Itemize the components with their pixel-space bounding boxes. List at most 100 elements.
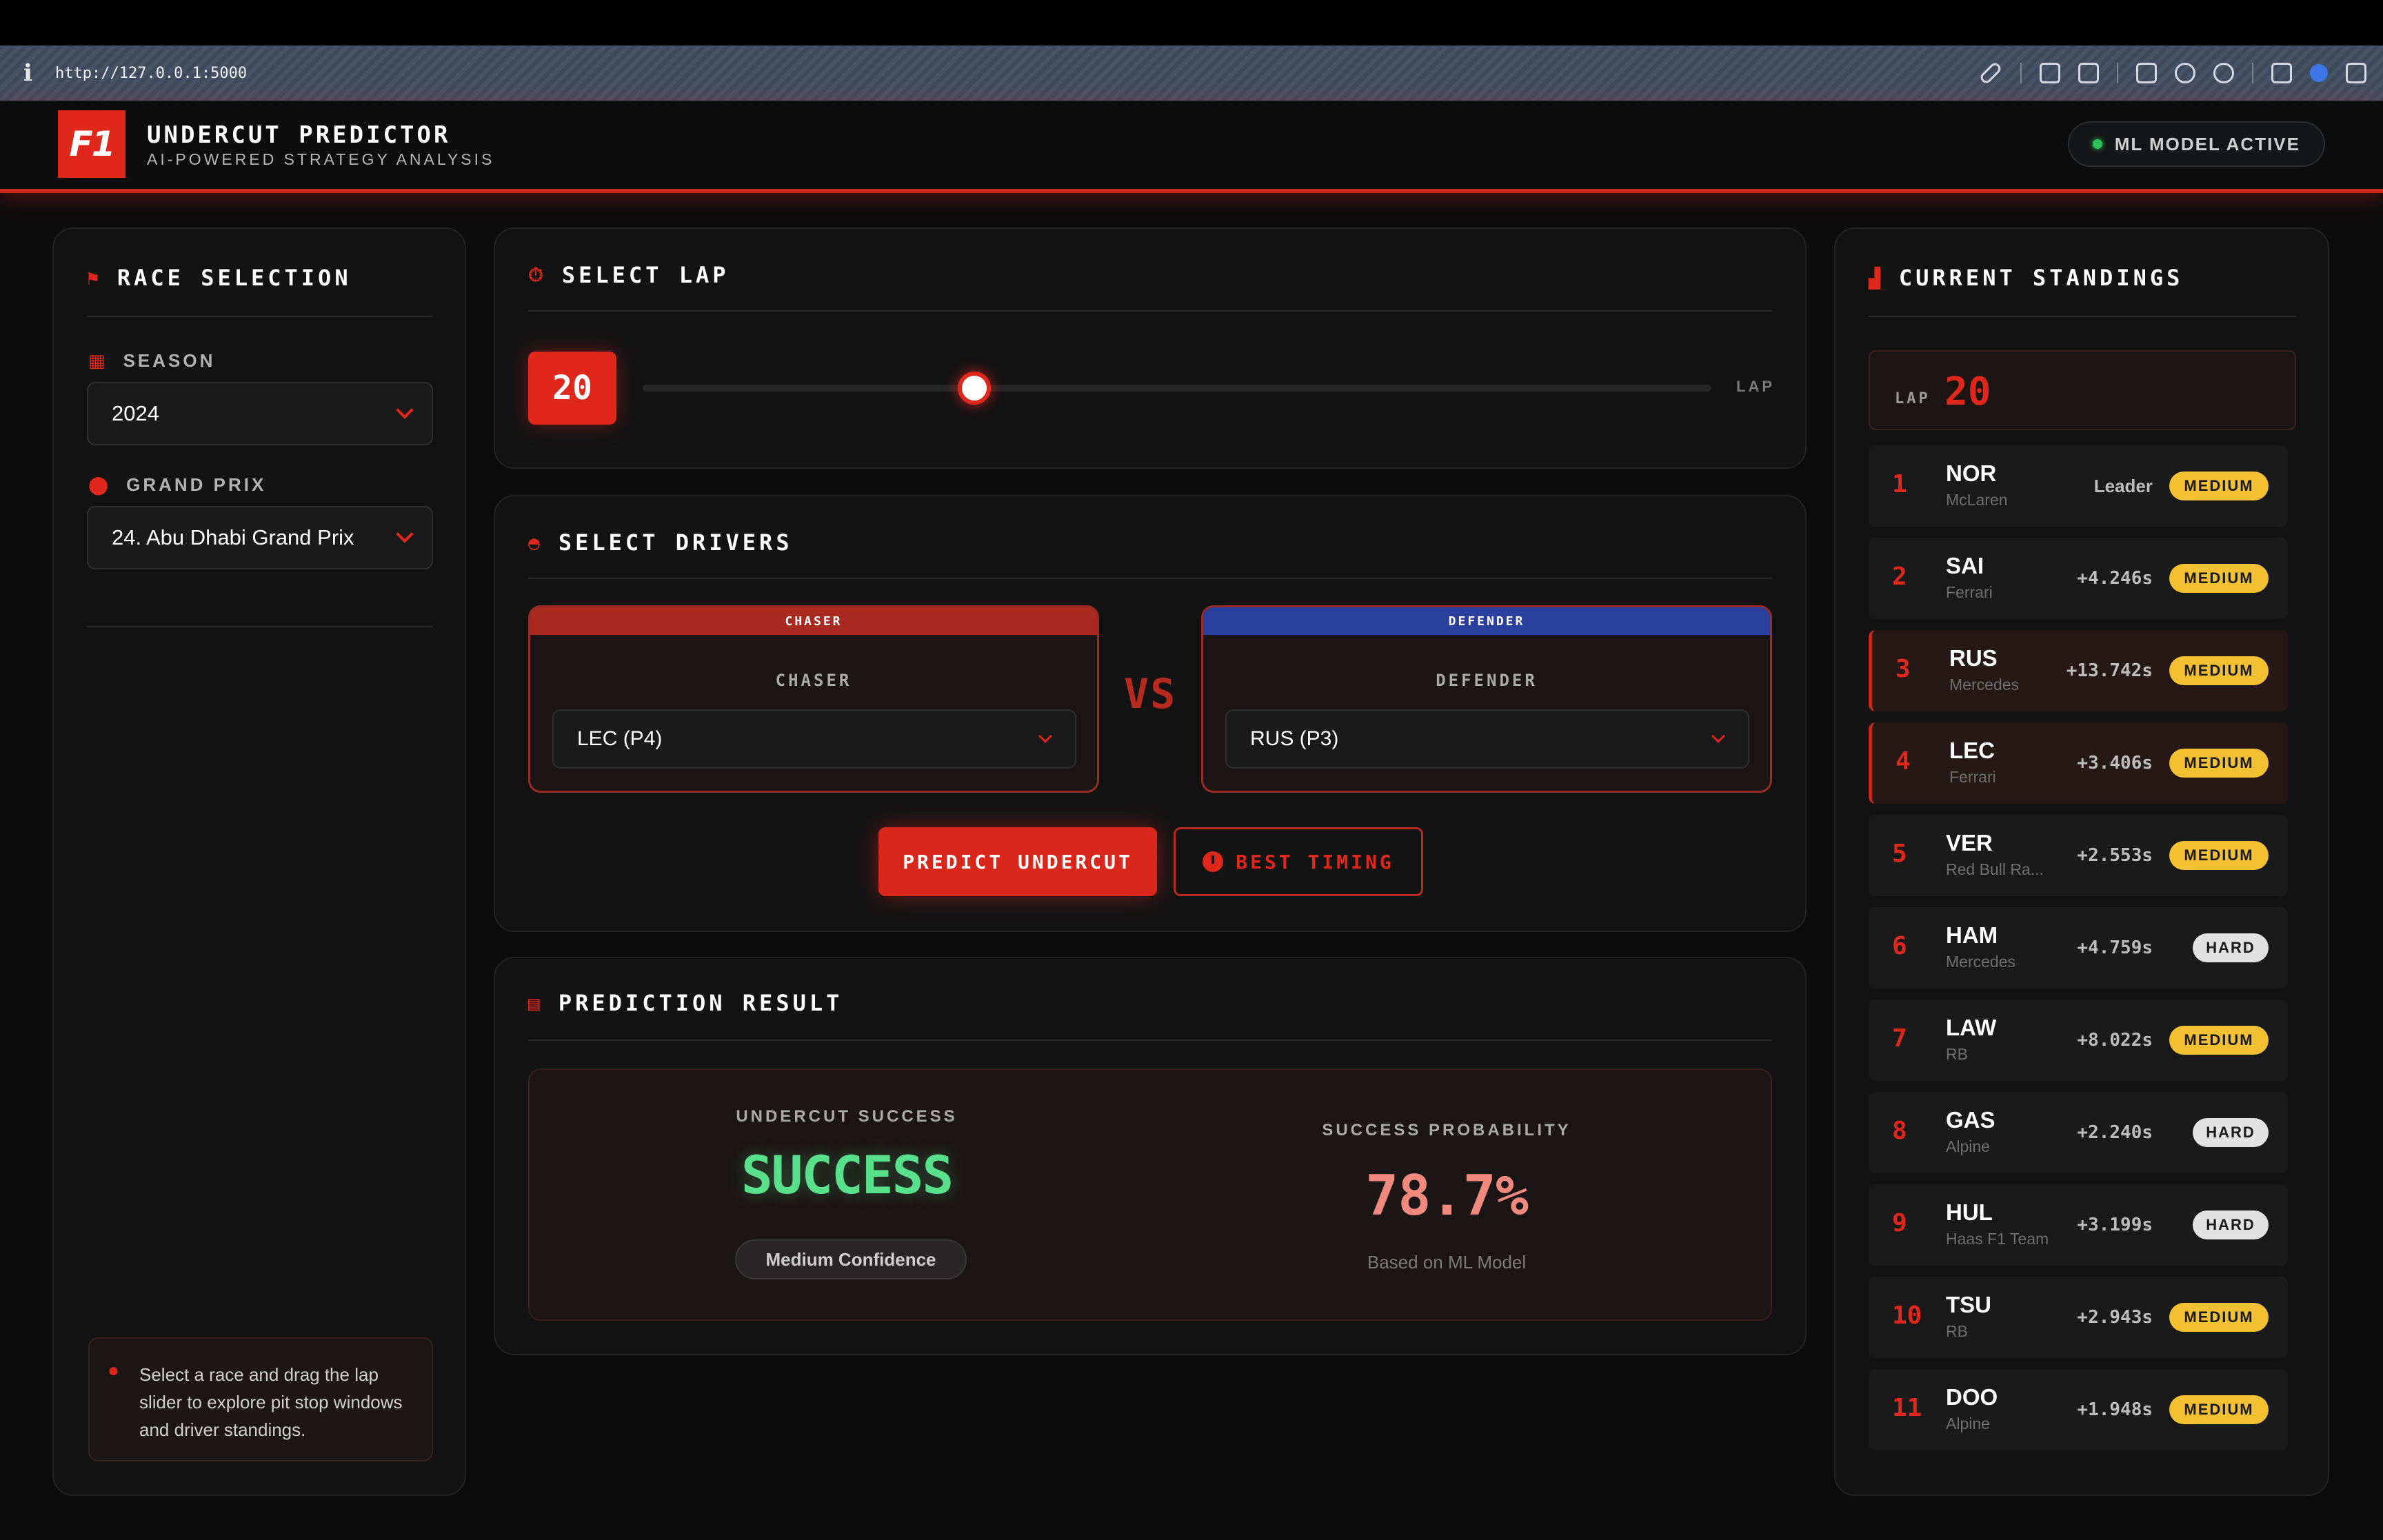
standings-row[interactable]: 2 SAI Ferrari +4.246s MEDIUM <box>1869 538 2288 619</box>
chevron-down-icon <box>396 525 414 543</box>
standings-row[interactable]: 5 VER Red Bull Ra... +2.553s MEDIUM <box>1869 815 2288 896</box>
undercut-success-label: UNDERCUT SUCCESS <box>736 1107 958 1126</box>
predict-undercut-button[interactable]: PREDICT UNDERCUT <box>878 827 1157 896</box>
prediction-result-title-text: PREDICTION RESULT <box>558 990 843 1016</box>
podium-icon: ▟ <box>1869 266 1884 290</box>
chaser-select-value: LEC (P4) <box>577 727 663 750</box>
driver-code: HAM <box>1946 922 1998 948</box>
lap-slider-track[interactable] <box>643 372 1711 405</box>
standings-row[interactable]: 6 HAM Mercedes +4.759s HARD <box>1869 907 2288 989</box>
app-header: F1 UNDERCUT PREDICTOR AI-POWERED STRATEG… <box>0 101 2383 193</box>
standings-row[interactable]: 7 LAW RB +8.022s MEDIUM <box>1869 1000 2288 1081</box>
chaser-band: CHASER <box>530 607 1097 635</box>
defender-select-value: RUS (P3) <box>1250 727 1339 750</box>
f1-logo: F1 <box>58 110 125 178</box>
extensions-icon[interactable] <box>2271 63 2292 83</box>
tyre-compound-badge: MEDIUM <box>2169 656 2269 685</box>
globe-icon[interactable] <box>2175 63 2195 83</box>
toolbar-divider <box>2252 63 2253 83</box>
standings-row[interactable]: 8 GAS Alpine +2.240s HARD <box>1869 1092 2288 1173</box>
standings-row[interactable]: 9 HUL Haas F1 Team +3.199s HARD <box>1869 1184 2288 1266</box>
success-probability-value: 78.7% <box>1365 1164 1529 1228</box>
tyre-compound-badge: HARD <box>2193 1210 2269 1239</box>
status-dot-icon <box>2092 139 2102 149</box>
best-timing-button[interactable]: BEST TIMING <box>1174 827 1423 896</box>
gap-to-ahead: +2.240s <box>2077 1122 2153 1143</box>
tyre-compound-badge: MEDIUM <box>2169 564 2269 593</box>
chaser-select[interactable]: LEC (P4) <box>552 709 1076 769</box>
team-name: Alpine <box>1946 1415 1990 1432</box>
location-pin-icon: ⬤ <box>88 474 112 495</box>
clock-icon <box>1203 851 1224 872</box>
driver-code: LEC <box>1949 738 1995 763</box>
standings-row[interactable]: 3 RUS Mercedes +13.742s MEDIUM <box>1869 630 2288 711</box>
tyre-compound-badge: MEDIUM <box>2169 472 2269 500</box>
link-icon[interactable] <box>1978 61 2003 85</box>
team-name: RB <box>1946 1322 1968 1340</box>
team-name: McLaren <box>1946 491 2008 509</box>
race-selection-title-text: RACE SELECTION <box>117 265 352 291</box>
driver-code: TSU <box>1946 1292 1991 1317</box>
gap-to-ahead: Leader <box>2093 476 2153 496</box>
gap-to-ahead: +4.246s <box>2077 568 2153 589</box>
chevron-down-icon <box>1038 729 1052 743</box>
chevron-down-icon <box>1711 729 1725 743</box>
defender-label: DEFENDER <box>1436 671 1538 690</box>
best-timing-label: BEST TIMING <box>1236 850 1394 873</box>
toolbar-divider <box>2020 63 2022 83</box>
panel-divider <box>1869 316 2296 317</box>
season-select-value: 2024 <box>112 401 159 425</box>
driver-code: DOO <box>1946 1384 1998 1410</box>
grand-prix-label: ⬤ GRAND PRIX <box>88 474 266 496</box>
team-name: RB <box>1946 1045 1968 1063</box>
standings-row[interactable]: 4 LEC Ferrari +3.406s MEDIUM <box>1869 722 2288 804</box>
panel-divider <box>87 626 433 627</box>
crosshair-icon[interactable] <box>2213 63 2234 83</box>
calendar-icon: ▦ <box>88 350 108 371</box>
browser-toolbar-icons <box>1978 45 2366 101</box>
standings-row[interactable]: 11 DOO Alpine +1.948s MEDIUM <box>1869 1369 2288 1450</box>
standings-position: 8 <box>1892 1117 1907 1145</box>
standings-row[interactable]: 1 NOR McLaren Leader MEDIUM <box>1869 445 2288 527</box>
bar-chart-icon: ▤ <box>528 991 543 1015</box>
terminal-icon[interactable] <box>2136 63 2157 83</box>
select-lap-panel: ⏱ SELECT LAP 20 LAP <box>494 227 1807 469</box>
driver-code: NOR <box>1946 460 1997 486</box>
grand-prix-label-text: GRAND PRIX <box>126 474 267 495</box>
standings-position: 6 <box>1892 932 1907 960</box>
team-name: Mercedes <box>1949 676 2019 693</box>
panel-divider <box>528 310 1772 312</box>
gap-to-ahead: +13.742s <box>2066 660 2153 681</box>
lap-slider-thumb[interactable] <box>957 372 991 405</box>
standings-position: 3 <box>1896 655 1911 683</box>
url-text[interactable]: http://127.0.0.1:5000 <box>55 65 247 82</box>
gap-to-ahead: +8.022s <box>2077 1030 2153 1051</box>
grand-prix-select[interactable]: 24. Abu Dhabi Grand Prix <box>87 506 433 569</box>
settings-icon[interactable] <box>2310 64 2328 82</box>
gap-to-ahead: +3.199s <box>2077 1215 2153 1235</box>
sidebar-icon[interactable] <box>2346 63 2366 83</box>
driver-code: LAW <box>1946 1015 1997 1040</box>
season-label: ▦ SEASON <box>88 350 215 372</box>
camera-icon[interactable] <box>2078 63 2099 83</box>
select-lap-title: ⏱ SELECT LAP <box>528 262 730 288</box>
defender-select[interactable]: RUS (P3) <box>1225 709 1749 769</box>
race-selection-title: ⚑ RACE SELECTION <box>87 265 352 291</box>
current-standings-title-text: CURRENT STANDINGS <box>1898 265 2184 291</box>
select-drivers-title: ◓ SELECT DRIVERS <box>528 529 793 556</box>
driver-code: SAI <box>1946 553 1984 578</box>
team-name: Haas F1 Team <box>1946 1230 2049 1248</box>
standings-position: 1 <box>1892 470 1907 498</box>
select-drivers-title-text: SELECT DRIVERS <box>558 529 793 556</box>
team-name: Alpine <box>1946 1137 1990 1155</box>
season-select[interactable]: 2024 <box>87 382 433 445</box>
tyre-compound-badge: MEDIUM <box>2169 749 2269 778</box>
standings-lap-label: LAP <box>1895 390 1931 407</box>
info-icon[interactable]: i <box>23 59 37 87</box>
standings-position: 11 <box>1892 1394 1922 1422</box>
screenshot-icon[interactable] <box>2040 63 2060 83</box>
standings-row[interactable]: 10 TSU RB +2.943s MEDIUM <box>1869 1277 2288 1358</box>
select-lap-title-text: SELECT LAP <box>561 262 730 288</box>
standings-lap-indicator: LAP 20 <box>1869 350 2296 430</box>
current-standings-panel: ▟ CURRENT STANDINGS LAP 20 1 NOR McLaren Le… <box>1834 227 2329 1496</box>
